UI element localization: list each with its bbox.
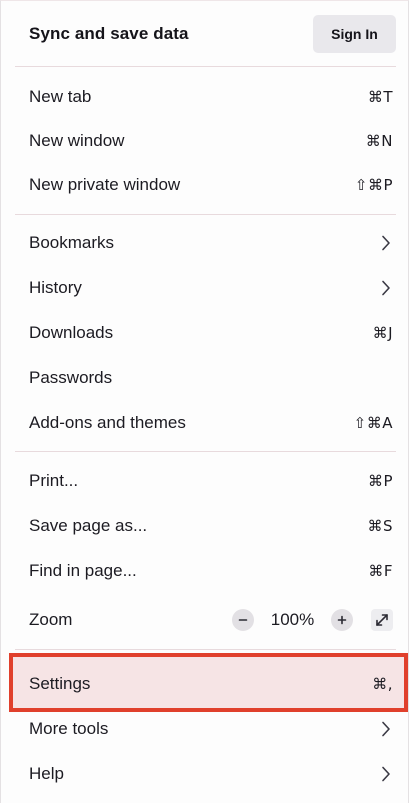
menu-item-label: Downloads [29,323,114,342]
zoom-controls: 100% [232,609,393,631]
menu-item-save-page-as[interactable]: Save page as... ⌘S [1,504,409,548]
chevron-right-icon [379,720,393,738]
zoom-out-button[interactable] [232,609,254,631]
sync-title: Sync and save data [29,23,189,43]
shortcut-label: ⌘J [372,324,393,342]
shortcut-label: ⌘F [368,562,393,580]
menu-item-label: Save page as... [29,516,148,535]
shortcut-label: ⇧⌘P [354,176,393,194]
chevron-right-icon [379,279,393,297]
separator [15,214,396,215]
chevron-right-icon [379,234,393,252]
fullscreen-icon [376,614,388,626]
menu-item-passwords[interactable]: Passwords [1,356,409,400]
shortcut-label: ⇧⌘A [353,414,393,432]
menu-item-downloads[interactable]: Downloads ⌘J [1,311,409,355]
sync-header: Sync and save data Sign In [1,1,409,66]
app-menu-panel: Sync and save data Sign In New tab ⌘T Ne… [0,0,409,803]
menu-item-label: Add-ons and themes [29,413,186,432]
chevron-right-icon [379,765,393,783]
zoom-label: Zoom [29,610,73,629]
menu-item-label: New private window [29,175,181,194]
menu-item-settings[interactable]: Settings ⌘, [1,662,409,706]
menu-item-label: Help [29,764,64,783]
plus-icon [337,615,347,625]
menu-item-bookmarks[interactable]: Bookmarks [1,221,409,265]
menu-item-label: Find in page... [29,561,137,580]
sign-in-button[interactable]: Sign In [313,14,396,53]
menu-item-print[interactable]: Print... ⌘P [1,459,409,503]
menu-item-more-tools[interactable]: More tools [1,707,409,751]
menu-item-label: Print... [29,471,79,490]
menu-item-new-private-window[interactable]: New private window ⇧⌘P [1,163,409,207]
menu-item-label: New window [29,131,125,150]
separator [15,451,396,452]
menu-item-help[interactable]: Help [1,752,409,796]
shortcut-label: ⌘N [365,132,393,150]
menu-item-label: History [29,278,82,297]
shortcut-label: ⌘, [372,675,393,693]
shortcut-label: ⌘T [367,88,393,106]
zoom-in-button[interactable] [331,609,353,631]
menu-item-label: Settings [29,674,91,693]
minus-icon [238,619,248,621]
menu-item-label: New tab [29,87,92,106]
menu-item-label: Bookmarks [29,233,115,252]
menu-item-addons-and-themes[interactable]: Add-ons and themes ⇧⌘A [1,401,409,445]
fullscreen-button[interactable] [371,609,393,631]
menu-item-history[interactable]: History [1,266,409,310]
menu-item-new-tab[interactable]: New tab ⌘T [1,75,409,119]
menu-item-new-window[interactable]: New window ⌘N [1,119,409,163]
zoom-level[interactable]: 100% [254,610,331,630]
menu-item-label: More tools [29,719,109,738]
shortcut-label: ⌘S [367,517,393,535]
menu-item-find-in-page[interactable]: Find in page... ⌘F [1,549,409,593]
separator [15,649,396,650]
separator [15,66,396,67]
shortcut-label: ⌘P [367,472,393,490]
menu-item-label: Passwords [29,368,113,387]
menu-item-zoom: Zoom 100% [1,598,409,642]
